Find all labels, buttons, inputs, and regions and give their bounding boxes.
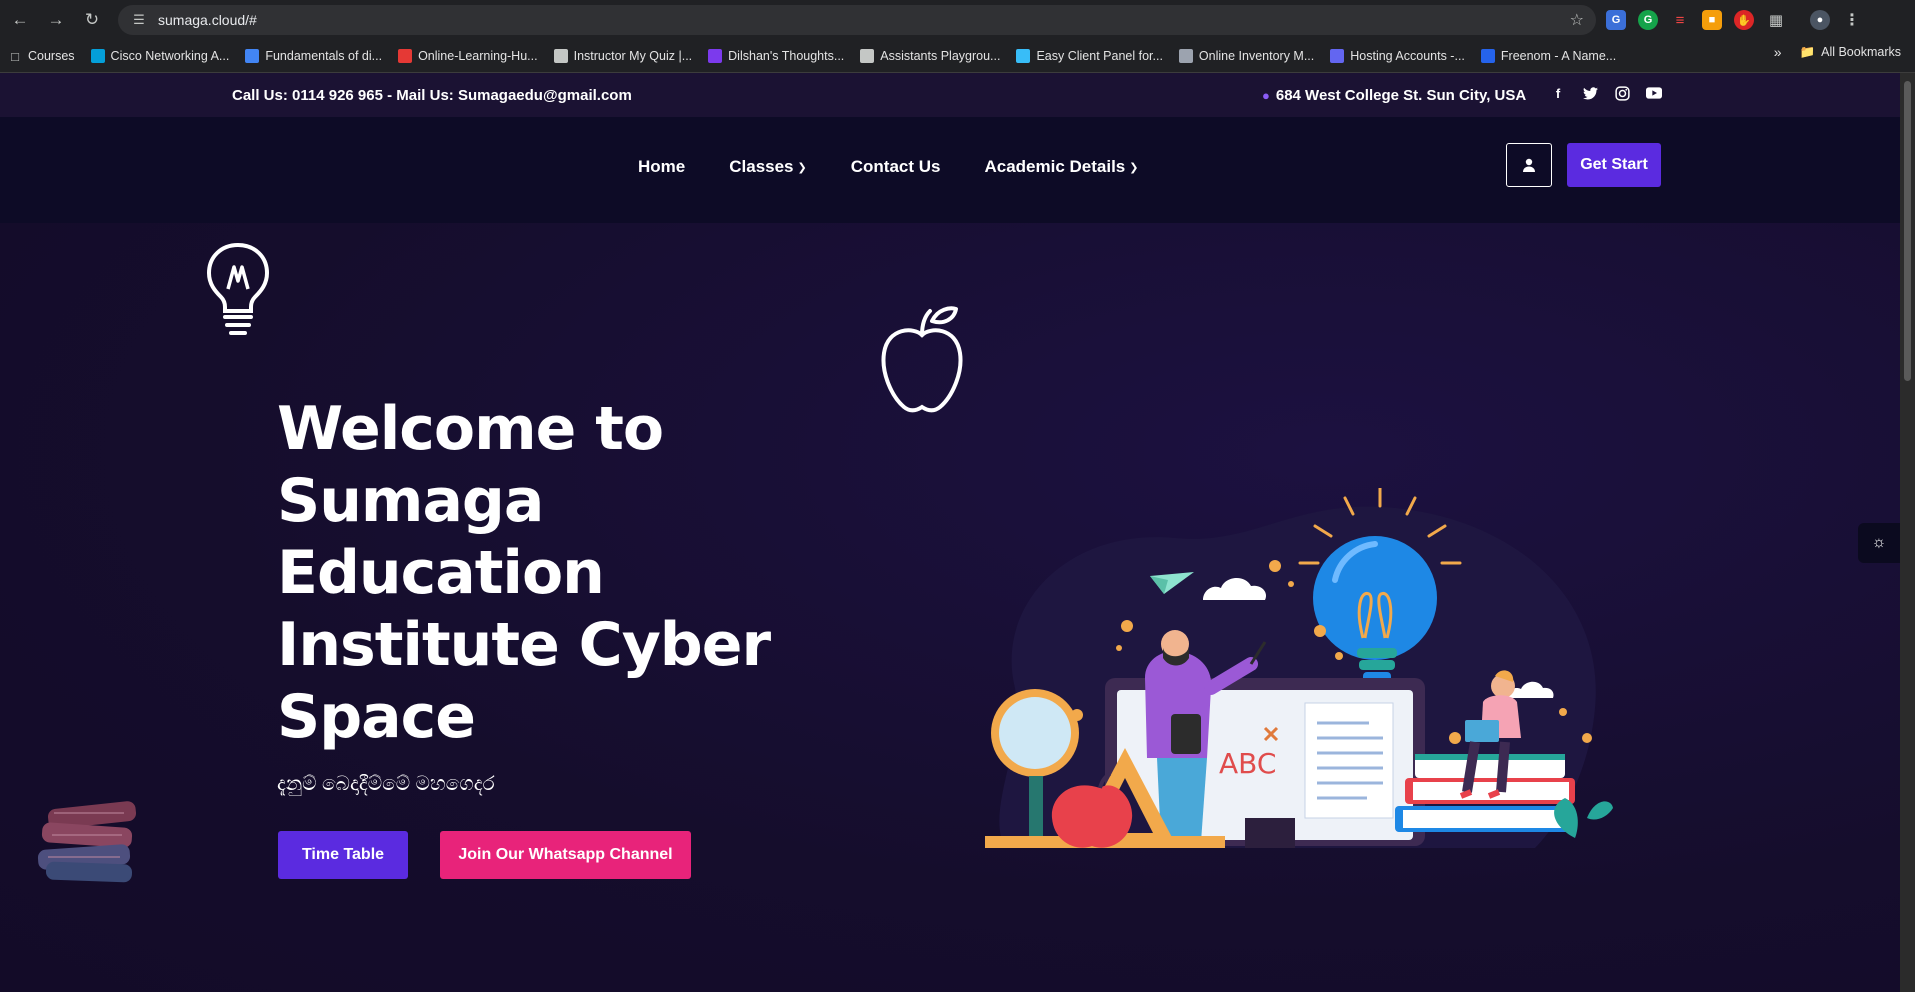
openai-icon — [860, 49, 875, 63]
box-extension-icon[interactable]: ■ — [1702, 10, 1722, 30]
youtube-icon[interactable] — [1644, 83, 1664, 103]
cisco-icon — [90, 49, 105, 63]
bookmark-label: Online-Learning-Hu... — [418, 49, 538, 63]
site-settings-icon[interactable]: ☰ — [130, 11, 148, 29]
location-pin-icon: ● — [1262, 88, 1270, 103]
hero-section: Welcome to Sumaga Education Institute Cy… — [0, 223, 1900, 992]
chevron-down-icon: ❯ — [797, 161, 807, 174]
globe-icon — [553, 49, 568, 63]
social-links: f — [1548, 83, 1664, 103]
address-bar[interactable]: ☰ sumaga.cloud/# ☆ — [118, 5, 1596, 35]
freenom-icon — [1480, 49, 1495, 63]
cloud-icon — [1016, 49, 1031, 63]
bookmark-item[interactable]: Dilshan's Thoughts... — [700, 44, 852, 68]
more-bookmarks-chevron-icon[interactable]: » — [1774, 44, 1782, 60]
grammarly-extension-icon[interactable]: G — [1638, 10, 1658, 30]
nav-classes-label: Classes — [729, 157, 794, 176]
chart-icon — [708, 49, 723, 63]
bookmark-item[interactable]: Freenom - A Name... — [1473, 44, 1624, 68]
nav-academic-details[interactable]: Academic Details ❯ — [984, 157, 1138, 177]
hub-icon — [398, 49, 413, 63]
hero-title: Welcome to Sumaga Education Institute Cy… — [277, 394, 771, 752]
instagram-icon[interactable] — [1612, 83, 1632, 103]
translate-extension-icon[interactable]: G — [1606, 10, 1626, 30]
browser-menu-icon[interactable]: ⋮ — [1842, 10, 1862, 30]
browser-toolbar: ← → ↻ ☰ sumaga.cloud/# ☆ G G ≡ ■ ✋ ▦ ● ⋮ — [0, 0, 1915, 40]
bookmark-item[interactable]: Instructor My Quiz |... — [546, 44, 701, 68]
chevron-down-icon: ❯ — [1129, 161, 1139, 174]
profile-avatar[interactable]: ● — [1810, 10, 1830, 30]
bookmark-item[interactable]: Fundamentals of di... — [237, 44, 390, 68]
bookmark-label: Assistants Playgrou... — [880, 49, 1001, 63]
extensions-area: G G ≡ ■ ✋ ▦ ● ⋮ — [1606, 8, 1862, 32]
address-text: 684 West College St. Sun City, USA — [1275, 87, 1527, 104]
get-start-button[interactable]: Get Start — [1567, 143, 1661, 187]
nav-contact-label: Contact Us — [850, 157, 941, 176]
reload-icon[interactable]: ↻ — [80, 8, 104, 32]
bookmark-label: Hosting Accounts -... — [1350, 49, 1465, 63]
bookmark-star-icon[interactable]: ☆ — [1570, 10, 1584, 30]
education-illustration: ABC — [985, 488, 1613, 848]
bookmark-item[interactable]: Assistants Playgrou... — [852, 44, 1008, 68]
google-icon — [245, 49, 260, 63]
bookmark-label: Courses — [28, 49, 75, 63]
lightbulb-outline-icon — [206, 242, 270, 335]
nav-academic-label: Academic Details — [984, 157, 1126, 176]
facebook-icon[interactable]: f — [1548, 83, 1568, 103]
user-icon — [1523, 158, 1535, 172]
theme-toggle-sun-icon[interactable]: ☼ — [1858, 523, 1900, 563]
login-button[interactable] — [1506, 143, 1552, 187]
nav-home-label: Home — [638, 157, 686, 176]
illustration-letters: ABC — [1219, 747, 1276, 780]
page-scrollbar[interactable] — [1900, 73, 1915, 992]
bookmark-label: Instructor My Quiz |... — [573, 49, 693, 63]
url-text[interactable]: sumaga.cloud/# — [158, 12, 257, 28]
main-navbar: Home Classes ❯ Contact Us Academic Detail… — [0, 117, 1900, 223]
bookmarks-bar: □ Courses Cisco Networking A... Fundamental… — [0, 40, 1915, 73]
scrollbar-thumb[interactable] — [1904, 81, 1911, 381]
bookmark-item[interactable]: Hosting Accounts -... — [1322, 44, 1473, 68]
address: ● 684 West College St. Sun City, USA — [1262, 87, 1526, 104]
all-bookmarks[interactable]: 📁 All Bookmarks — [1800, 45, 1901, 60]
stripes-extension-icon[interactable]: ≡ — [1670, 10, 1690, 30]
join-whatsapp-button[interactable]: Join Our Whatsapp Channel — [440, 831, 691, 879]
webpage: Call Us: 0114 926 965 - Mail Us: Sumagae… — [0, 73, 1900, 992]
nav-links: Home Classes ❯ Contact Us Academic Detail… — [638, 157, 1138, 177]
back-arrow-icon[interactable]: ← — [8, 8, 32, 32]
bookmark-item[interactable]: Easy Client Panel for... — [1008, 44, 1170, 68]
contact-info: Call Us: 0114 926 965 - Mail Us: Sumagae… — [232, 87, 632, 104]
folder-icon: 📁 — [1799, 44, 1816, 59]
apple-outline-icon — [881, 306, 963, 413]
bookmark-item[interactable]: Cisco Networking A... — [83, 44, 238, 68]
forward-arrow-icon[interactable]: → — [44, 8, 68, 32]
hand-extension-icon[interactable]: ✋ — [1734, 10, 1754, 30]
bookmark-label: Easy Client Panel for... — [1036, 49, 1163, 63]
nav-contact[interactable]: Contact Us — [851, 157, 941, 177]
books-stack-icon — [37, 801, 137, 883]
hero-tagline: දැනුම් බෙදාදීම්මේ මහගෙදර — [277, 773, 495, 795]
time-table-button[interactable]: Time Table — [278, 831, 408, 879]
gear-icon — [1178, 49, 1193, 63]
folder-icon: □ — [11, 48, 19, 64]
all-bookmarks-label: All Bookmarks — [1821, 45, 1901, 59]
bookmark-label: Fundamentals of di... — [265, 49, 383, 63]
top-info-bar: Call Us: 0114 926 965 - Mail Us: Sumagae… — [0, 73, 1900, 117]
infinity-icon — [1330, 49, 1345, 63]
nav-home[interactable]: Home — [638, 157, 685, 177]
puzzle-extensions-icon[interactable]: ▦ — [1766, 10, 1786, 30]
bookmark-label: Online Inventory M... — [1198, 49, 1315, 63]
bookmarks-right: » 📁 All Bookmarks — [1774, 44, 1901, 60]
bookmark-item[interactable]: □ Courses — [0, 44, 83, 68]
bookmark-label: Cisco Networking A... — [110, 49, 230, 63]
twitter-icon[interactable] — [1580, 83, 1600, 103]
nav-classes[interactable]: Classes ❯ — [729, 157, 807, 177]
bookmark-label: Freenom - A Name... — [1500, 49, 1617, 63]
bookmark-item[interactable]: Online Inventory M... — [1171, 44, 1322, 68]
bookmark-label: Dilshan's Thoughts... — [728, 49, 845, 63]
bookmark-item[interactable]: Online-Learning-Hu... — [390, 44, 546, 68]
